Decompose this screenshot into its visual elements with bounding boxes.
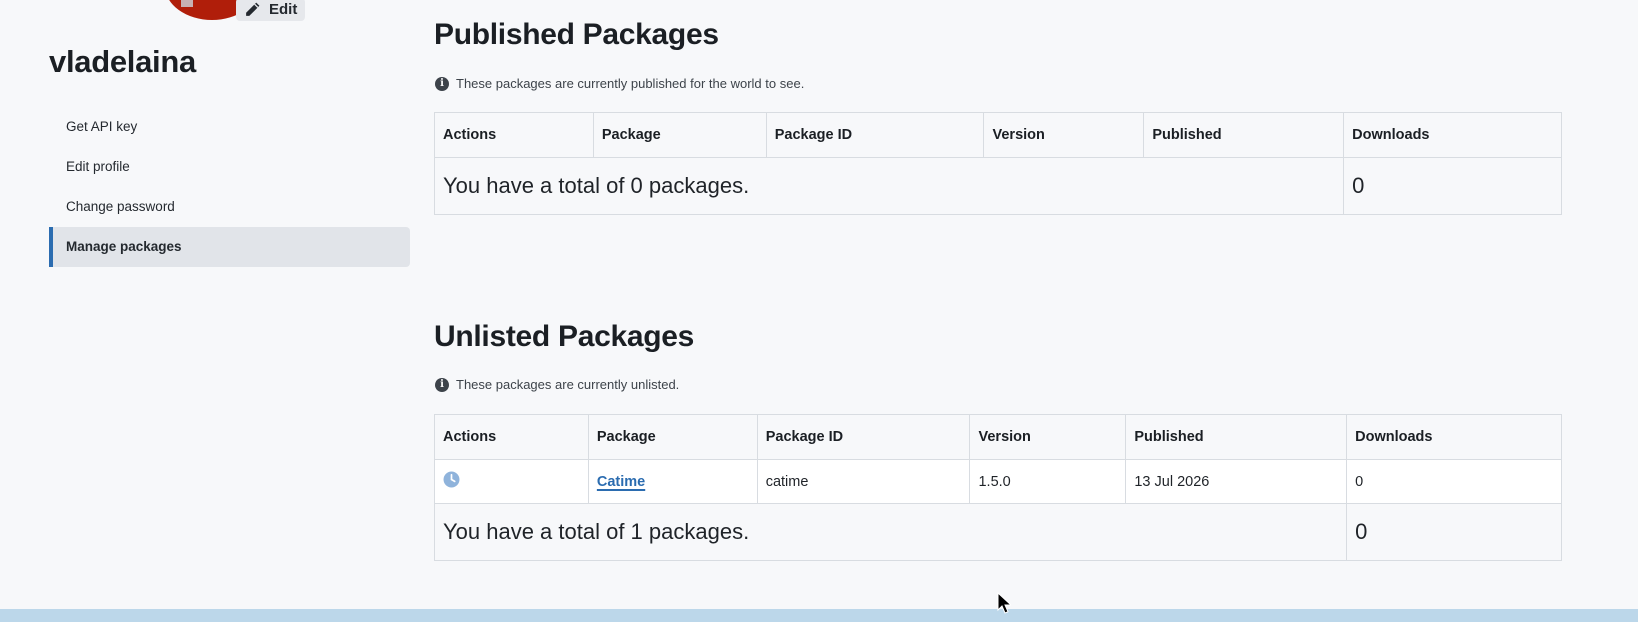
unlisted-note-text: These packages are currently unlisted. [456,377,680,392]
unlisted-note: i These packages are currently unlisted. [435,377,679,392]
sidebar-item-edit-profile[interactable]: Edit profile [49,147,410,187]
pencil-icon [246,2,260,16]
published-date-cell: 13 Jul 2026 [1125,459,1348,504]
table-header-row: Actions Package Package ID Version Publi… [434,414,1562,460]
mouse-cursor-icon [997,592,1011,614]
column-header-downloads: Downloads [1346,414,1562,460]
column-header-package: Package [587,414,758,460]
table-header-row: Actions Package Package ID Version Publi… [434,112,1562,158]
published-note-text: These packages are currently published f… [456,76,805,91]
total-packages-text: You have a total of 1 packages. [433,503,1348,561]
account-nav: Get API key Edit profile Change password… [49,107,410,267]
info-icon: i [435,76,449,91]
table-row: Catime catime 1.5.0 13 Jul 2026 0 [434,459,1562,504]
column-header-package: Package [592,112,767,158]
total-packages-text: You have a total of 0 packages. [433,157,1345,215]
column-header-published: Published [1143,112,1345,158]
column-header-actions: Actions [434,112,594,158]
total-downloads: 0 [1346,503,1562,561]
package-link[interactable]: Catime [597,474,645,490]
published-packages-title: Published Packages [434,18,719,51]
unlisted-packages-table: Actions Package Package ID Version Publi… [433,414,1562,561]
edit-avatar-button[interactable]: Edit [236,0,306,21]
downloads-cell: 0 [1346,459,1562,504]
column-header-package-id: Package ID [756,414,971,460]
unlisted-packages-title: Unlisted Packages [434,320,695,353]
column-header-published: Published [1125,414,1348,460]
sidebar-item-manage-packages[interactable]: Manage packages [49,227,410,267]
sidebar-item-get-api-key[interactable]: Get API key [49,107,410,147]
username-heading: vladelaina [49,44,196,79]
version-cell: 1.5.0 [969,459,1127,504]
column-header-version: Version [969,414,1127,460]
package-id-cell: catime [756,459,971,504]
total-downloads: 0 [1343,157,1562,215]
actions-cell [434,459,589,504]
table-total-row: You have a total of 0 packages. 0 [433,157,1562,215]
column-header-version: Version [983,112,1145,158]
published-packages-table: Actions Package Package ID Version Publi… [433,112,1562,215]
edit-label: Edit [269,1,298,18]
column-header-downloads: Downloads [1343,112,1562,158]
published-note: i These packages are currently published… [435,76,804,91]
avatar-detail [181,0,193,7]
manage-packages-page: Edit vladelaina Get API key Edit profile… [0,0,1638,622]
footer-bar [0,609,1638,622]
column-header-actions: Actions [434,414,589,460]
sidebar-item-change-password[interactable]: Change password [49,187,410,227]
table-total-row: You have a total of 1 packages. 0 [433,503,1562,561]
clock-icon[interactable] [443,471,460,488]
column-header-package-id: Package ID [765,112,985,158]
info-icon: i [435,377,449,392]
package-cell: Catime [587,459,758,504]
